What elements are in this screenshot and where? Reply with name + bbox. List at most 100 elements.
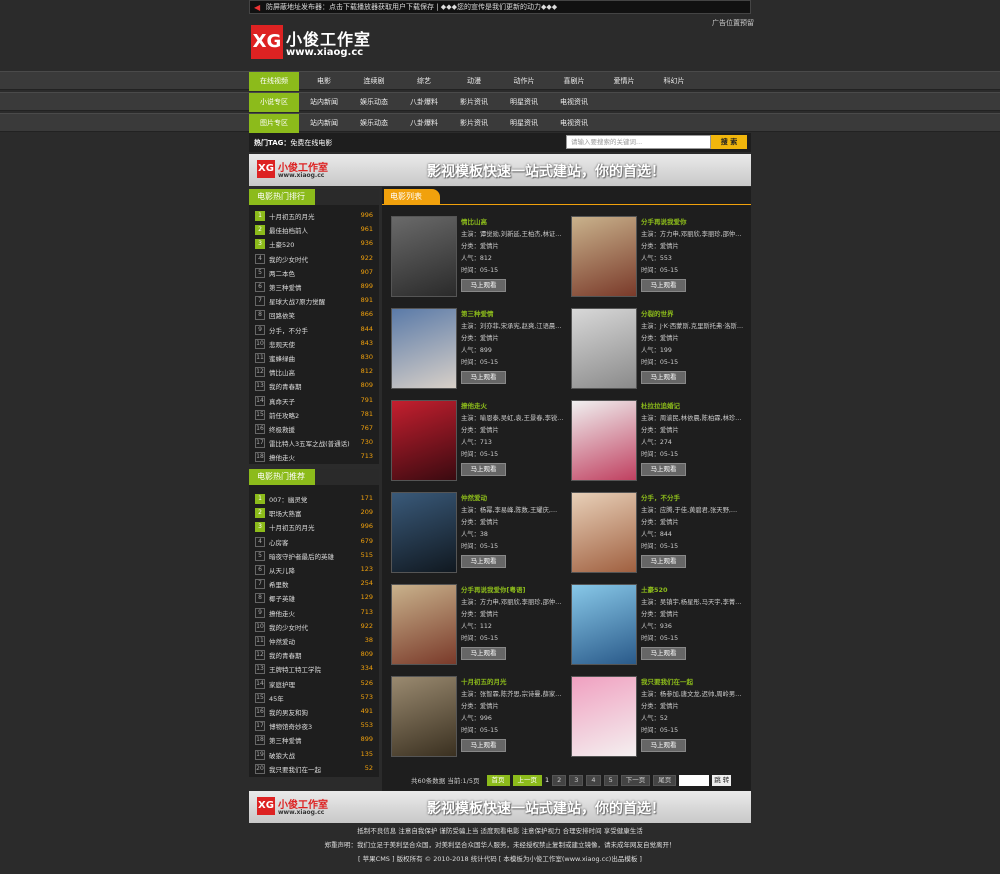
list-item[interactable]: 3 十月初五的月光 996 [249,520,379,534]
watch-now-button[interactable]: 马上观看 [461,647,506,660]
watch-now-button[interactable]: 马上观看 [461,279,506,292]
movie-poster[interactable] [571,492,637,573]
list-item[interactable]: 8 椰子英雄 129 [249,591,379,605]
rank-title-link[interactable]: 第三种爱情 [269,735,302,745]
movie-poster[interactable] [391,676,457,757]
rank-title-link[interactable]: 十月初五的月光 [269,211,315,221]
nav-item[interactable]: 动漫 [449,72,499,91]
list-item[interactable]: 10 我的少女时代 922 [249,620,379,634]
movie-title[interactable]: 撩他走火 [461,400,487,410]
page-link[interactable]: 4 [586,774,601,786]
list-item[interactable]: 2 职场大熟富 209 [249,506,379,520]
rank-title-link[interactable]: 十月初五的月光 [269,522,315,532]
movie-poster[interactable] [391,584,457,665]
rank-title-link[interactable]: 我的青春期 [269,650,302,660]
list-item[interactable]: 3 土豪520 936 [249,237,379,251]
rank-title-link[interactable]: 希里数 [269,579,289,589]
rank-title-link[interactable]: 职场大熟富 [269,508,302,518]
watch-now-button[interactable]: 马上观看 [641,555,686,568]
page-link[interactable]: 2 [552,774,567,786]
movie-poster[interactable] [391,216,457,297]
rank-title-link[interactable]: 王牌特工特工学院 [269,664,321,674]
watch-now-button[interactable]: 马上观看 [461,739,506,752]
nav-item[interactable]: 电视资讯 [549,93,599,112]
movie-title[interactable]: 情比山高 [461,216,487,226]
rank-title-link[interactable]: 破狼大战 [269,750,295,760]
next-page-button[interactable]: 下一页 [620,774,651,786]
nav-item[interactable]: 影片资讯 [449,93,499,112]
list-item[interactable]: 17 雷比特人3五军之战(普通话) 730 [249,436,379,450]
list-item[interactable]: 11 仲然爱动 38 [249,634,379,648]
movie-title[interactable]: 仲然爱动 [461,492,487,502]
first-page-button[interactable]: 首页 [486,774,510,786]
nav-item[interactable]: 八卦爆料 [399,93,449,112]
watch-now-button[interactable]: 马上观看 [461,555,506,568]
rank-title-link[interactable]: 暗夜守护者最后的英雄 [269,551,334,561]
list-item[interactable]: 15 45年 573 [249,691,379,705]
movie-title[interactable]: 分手再说我爱你 [641,216,687,226]
list-item[interactable]: 10 悲观天使 843 [249,337,379,351]
nav-item[interactable]: 综艺 [399,72,449,91]
notice-text[interactable]: 防屏蔽地址发布器：点击下载播放器获取用户下载保存 | ◆◆◆您的宣传是我们更新的… [266,3,557,11]
rank-title-link[interactable]: 从天儿降 [269,565,295,575]
rank-title-link[interactable]: 真命天子 [269,396,295,406]
rank-title-link[interactable]: 45年 [269,693,284,703]
rank-title-link[interactable]: 我只要我们在一起 [269,764,321,774]
watch-now-button[interactable]: 马上观看 [641,463,686,476]
watch-now-button[interactable]: 马上观看 [461,463,506,476]
hot-tag-link[interactable]: 免费在线电影 [290,139,332,147]
watch-now-button[interactable]: 马上观看 [641,279,686,292]
list-item[interactable]: 14 真命天子 791 [249,394,379,408]
movie-poster[interactable] [391,400,457,481]
rank-title-link[interactable]: 终极救援 [269,424,295,434]
nav-item[interactable]: 娱乐动态 [349,114,399,133]
rank-title-link[interactable]: 007：幽灵党 [269,494,307,504]
list-item[interactable]: 11 蜜蜂绿曲 830 [249,351,379,365]
list-item[interactable]: 8 回路依笑 866 [249,308,379,322]
list-item[interactable]: 16 终极救援 767 [249,422,379,436]
movie-title[interactable]: 我只要我们在一起 [641,676,693,686]
page-jump-button[interactable]: 跳 转 [712,774,732,786]
page-link[interactable]: 3 [569,774,584,786]
list-item[interactable]: 16 我的男友和狗 491 [249,705,379,719]
ad-placeholder[interactable]: 广告位置预留 [712,18,754,28]
nav-item[interactable]: 明星资讯 [499,114,549,133]
rank-title-link[interactable]: 最佳拍档前人 [269,225,308,235]
movie-title[interactable]: 杜拉拉追婚记 [641,400,680,410]
rank-title-link[interactable]: 椰子英雄 [269,593,295,603]
list-item[interactable]: 20 我只要我们在一起 52 [249,762,379,776]
list-item[interactable]: 18 第三种爱情 899 [249,733,379,747]
movie-title[interactable]: 分手再说我爱你[粤语] [461,584,525,594]
search-input[interactable]: 请输入要搜索的关键词... [566,135,711,149]
watch-now-button[interactable]: 马上观看 [641,647,686,660]
nav-item[interactable]: 连续剧 [349,72,399,91]
rank-title-link[interactable]: 仲然爱动 [269,636,295,646]
list-item[interactable]: 5 两二本色 907 [249,266,379,280]
rank-title-link[interactable]: 悲观天使 [269,339,295,349]
nav-item[interactable]: 爱情片 [599,72,649,91]
list-item[interactable]: 15 前任攻略2 781 [249,408,379,422]
rank-title-link[interactable]: 情比山高 [269,367,295,377]
rank-title-link[interactable]: 我的少女时代 [269,622,308,632]
list-item[interactable]: 6 从天儿降 123 [249,563,379,577]
nav-section-label[interactable]: 小说专区 [249,93,299,112]
rank-title-link[interactable]: 回路依笑 [269,310,295,320]
watch-now-button[interactable]: 马上观看 [461,371,506,384]
rank-title-link[interactable]: 我的青春期 [269,381,302,391]
nav-item[interactable]: 科幻片 [649,72,699,91]
rank-title-link[interactable]: 家庭护理 [269,679,295,689]
prev-page-button[interactable]: 上一页 [512,774,542,786]
movie-title[interactable]: 分手，不分手 [641,492,680,502]
list-item[interactable]: 19 破狼大战 135 [249,748,379,762]
movie-poster[interactable] [571,216,637,297]
list-item[interactable]: 14 家庭护理 526 [249,677,379,691]
list-item[interactable]: 9 分手，不分手 844 [249,323,379,337]
list-item[interactable]: 12 我的青春期 809 [249,648,379,662]
nav-item[interactable]: 娱乐动态 [349,93,399,112]
top-banner[interactable]: XG 小俊工作室 www.xiaog.cc 影视模板快速一站式建站，你的首选！ [249,154,751,186]
list-item[interactable]: 7 希里数 254 [249,577,379,591]
site-logo[interactable]: XG 小俊工作室 www.xiaog.cc [251,25,371,65]
page-jump-input[interactable] [679,774,710,786]
movie-poster[interactable] [571,400,637,481]
bottom-banner[interactable]: XG 小俊工作室 www.xiaog.cc 影视模板快速一站式建站，你的首选！ [249,791,751,823]
